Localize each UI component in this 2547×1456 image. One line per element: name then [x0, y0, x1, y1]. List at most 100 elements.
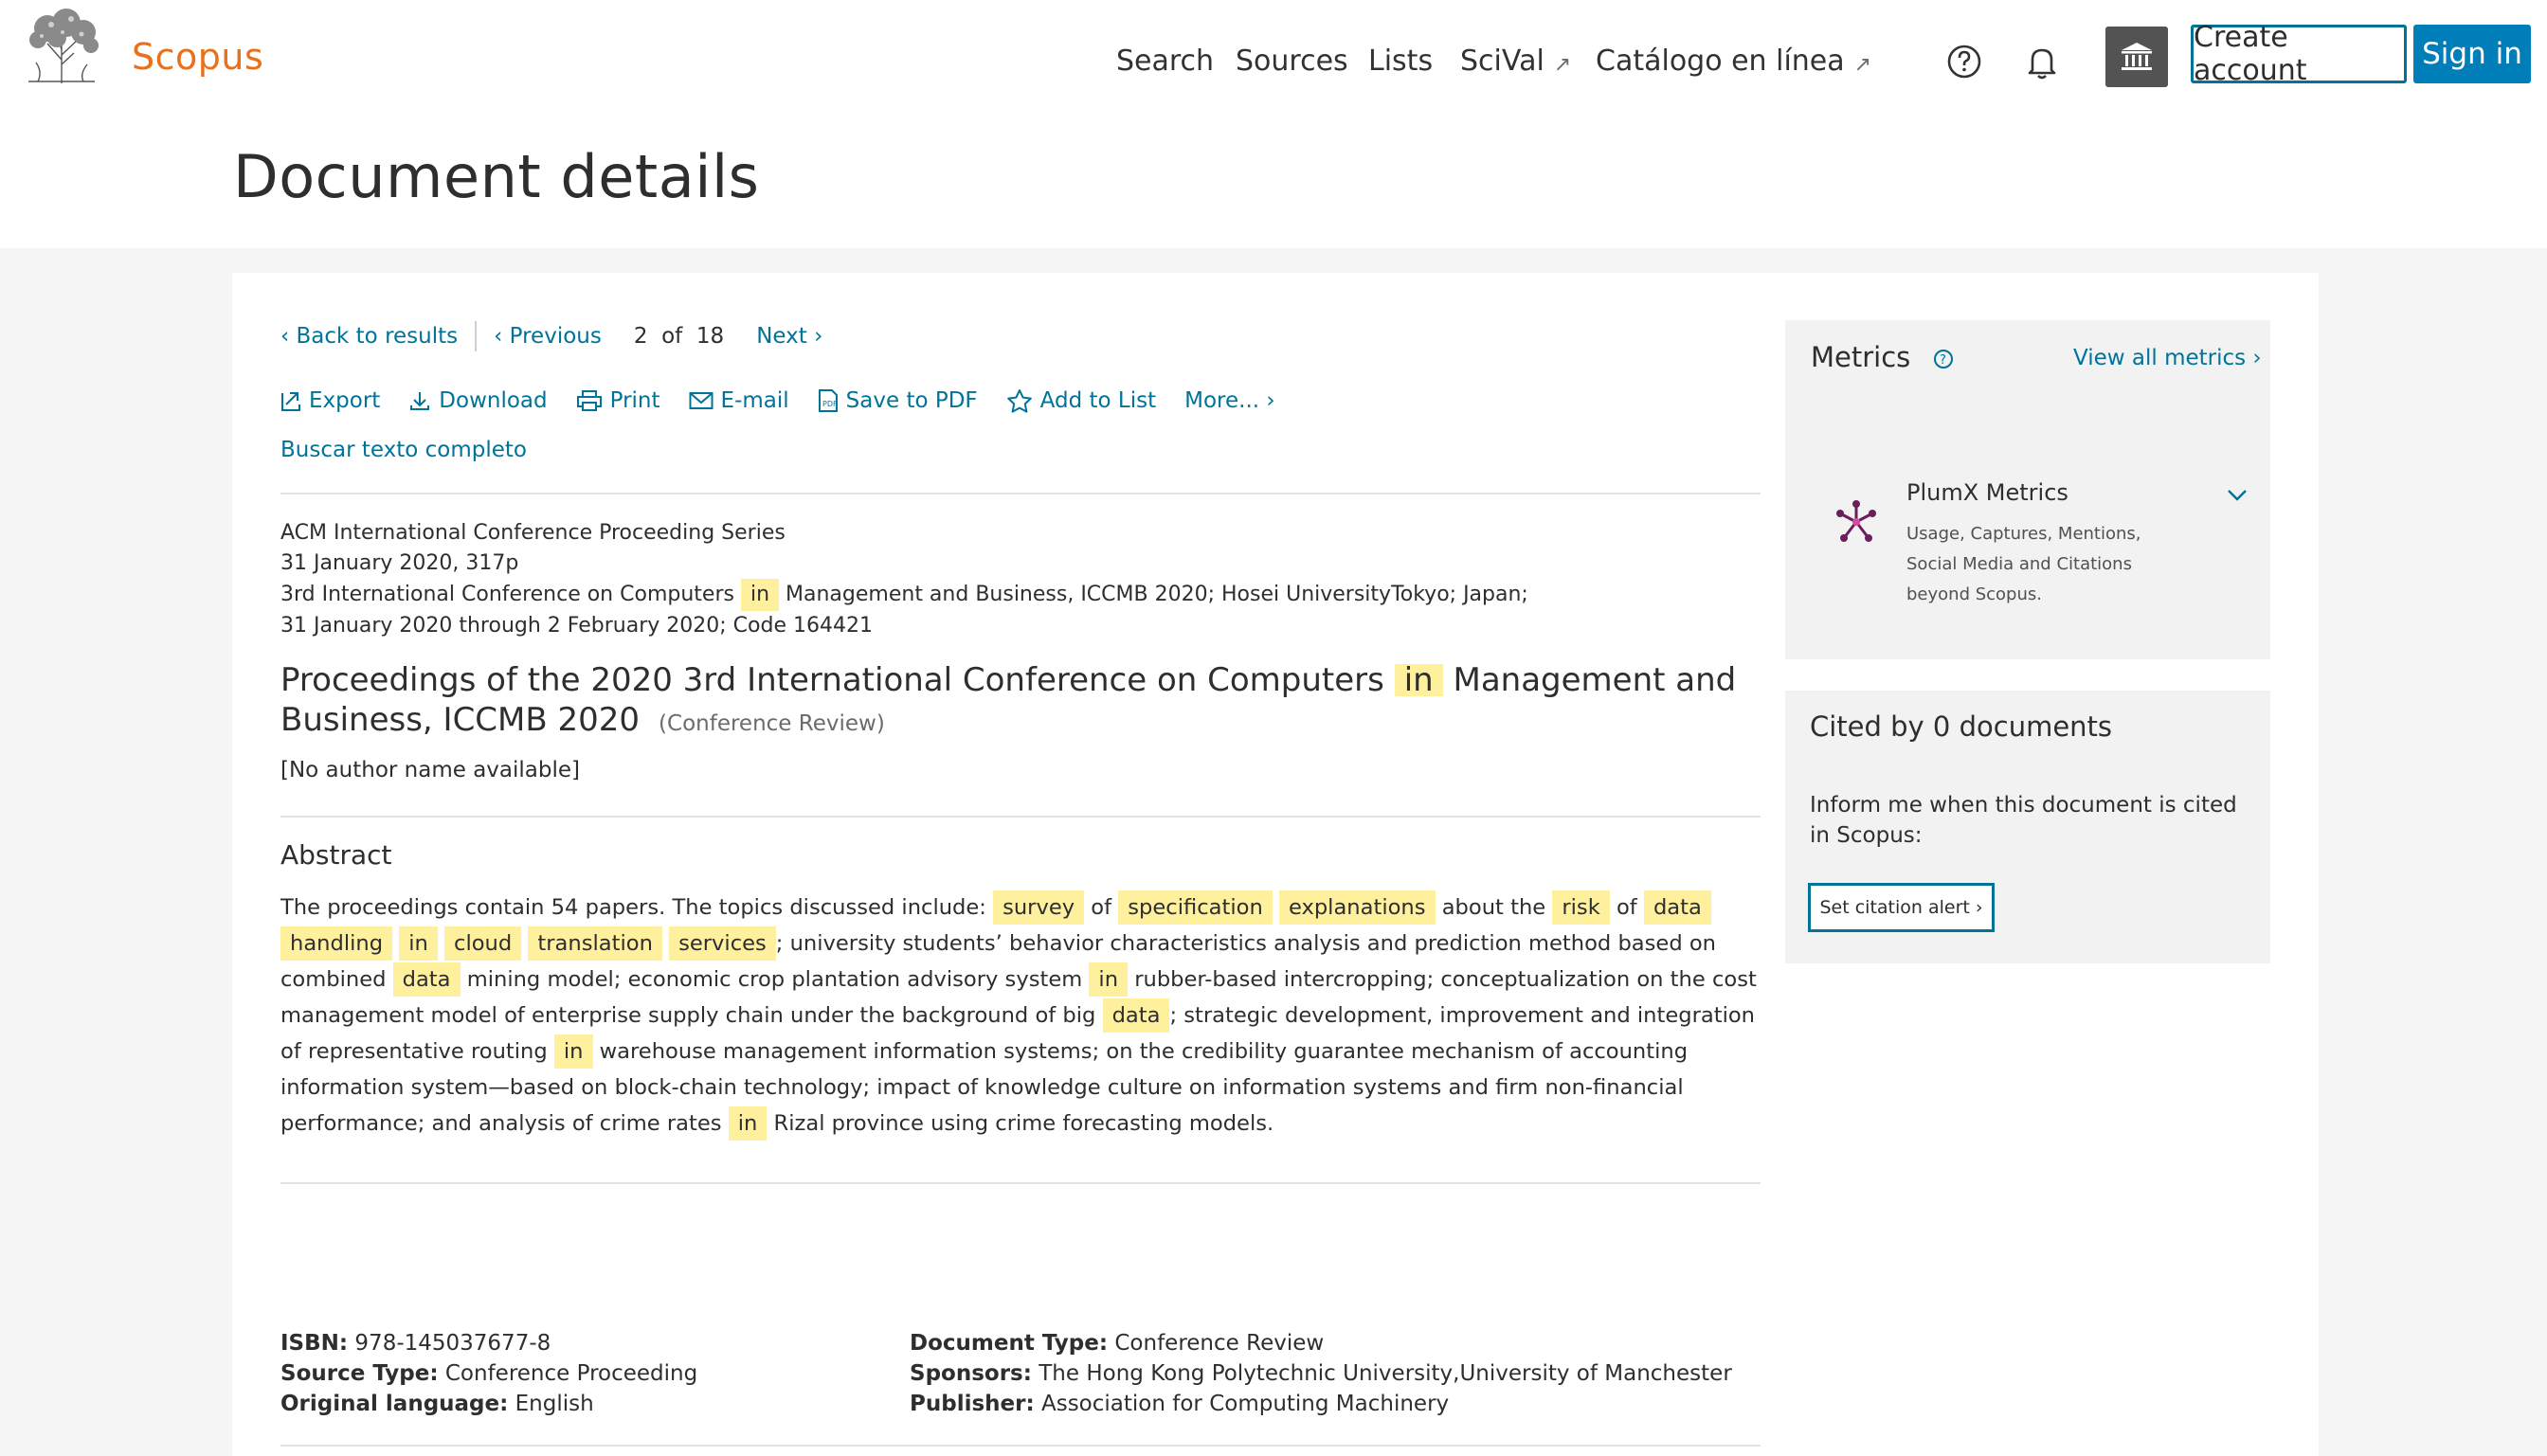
- email-icon: [689, 392, 714, 409]
- top-bar: Scopus Search Sources Lists SciVal ↗ Catá…: [0, 0, 2547, 248]
- search-highlight: in: [1394, 664, 1443, 696]
- language-row: Original language: English: [280, 1392, 594, 1416]
- plumx-description: Usage, Captures, Mentions, Social Media …: [1906, 524, 2141, 604]
- conference-name: 3rd International Conference on Computer…: [280, 579, 1528, 611]
- help-icon: [1947, 45, 1981, 79]
- search-highlight: services: [669, 926, 776, 961]
- chevron-down-icon[interactable]: [2227, 489, 2248, 502]
- institution-icon: [2122, 43, 2152, 70]
- star-icon: [1006, 389, 1032, 413]
- authors: [No author name available]: [280, 758, 580, 782]
- sponsors-row: Sponsors: The Hong Kong Polytechnic Univ…: [910, 1361, 1732, 1386]
- chevron-right-icon: ›: [1969, 897, 1983, 918]
- next-link[interactable]: Next ›: [756, 324, 822, 349]
- svg-text:PDF: PDF: [822, 400, 838, 408]
- email-button[interactable]: E-mail: [689, 388, 789, 413]
- page-title: Document details: [233, 142, 760, 211]
- nav-sources[interactable]: Sources: [1236, 40, 1348, 81]
- abstract-text: The proceedings contain 54 papers. The t…: [280, 890, 1761, 1141]
- nav-search[interactable]: Search: [1116, 40, 1214, 81]
- abstract-segment: [521, 931, 528, 956]
- result-counter: 2 of 18: [633, 324, 725, 349]
- abstract-segment: Rizal province using crime forecasting m…: [767, 1111, 1274, 1136]
- search-highlight: explanations: [1278, 890, 1436, 925]
- metrics-heading: Metrics ?: [1811, 341, 1954, 373]
- scopus-logo-text[interactable]: Scopus: [132, 36, 263, 78]
- document-title: Proceedings of the 2020 3rd Internationa…: [280, 661, 1737, 739]
- abstract-segment: The proceedings contain 54 papers. The t…: [280, 895, 994, 920]
- search-highlight: data: [1643, 890, 1711, 925]
- plumx-icon: [1836, 500, 1876, 542]
- cited-by-heading: Cited by 0 documents: [1810, 710, 2113, 743]
- source-info: ACM International Conference Proceeding …: [280, 518, 1528, 641]
- export-button[interactable]: Export: [280, 388, 380, 413]
- divider: [280, 1182, 1761, 1184]
- chevron-right-icon: ›: [2246, 346, 2262, 370]
- chevron-left-icon: ‹: [280, 324, 297, 349]
- search-highlight: specification: [1118, 890, 1273, 925]
- create-account-button[interactable]: Create account: [2191, 21, 2407, 87]
- print-button[interactable]: Print: [576, 388, 660, 413]
- search-highlight: data: [1102, 998, 1170, 1033]
- institution-button[interactable]: [2105, 27, 2168, 87]
- set-citation-alert-button[interactable]: Set citation alert ›: [1808, 883, 1995, 932]
- abstract-segment: [438, 931, 444, 956]
- nav-lists[interactable]: Lists: [1368, 40, 1433, 81]
- abstract-heading: Abstract: [280, 839, 392, 871]
- search-highlight: in: [553, 1034, 593, 1069]
- abstract-segment: [392, 931, 399, 956]
- divider: [280, 816, 1761, 818]
- search-highlight: handling: [280, 926, 393, 961]
- source-series[interactable]: ACM International Conference Proceeding …: [280, 518, 1528, 548]
- search-highlight: translation: [528, 926, 662, 961]
- citation-alert-text: Inform me when this document is cited in…: [1810, 793, 2237, 848]
- chevron-left-icon: ‹: [494, 324, 510, 349]
- external-link-icon: ↗: [1553, 52, 1572, 77]
- source-date-pages: 31 January 2020, 317p: [280, 551, 519, 575]
- doc-type-row: Document Type: Conference Review: [910, 1331, 1325, 1356]
- info-icon[interactable]: ?: [1933, 349, 1954, 369]
- abstract-segment: [662, 931, 669, 956]
- search-highlight: cloud: [444, 926, 522, 961]
- divider: [280, 1445, 1761, 1447]
- plumx-title[interactable]: PlumX Metrics: [1906, 479, 2068, 506]
- search-highlight: in: [1089, 962, 1129, 997]
- previous-link[interactable]: ‹ Previous: [494, 324, 602, 349]
- search-highlight: risk: [1552, 890, 1610, 925]
- add-to-list-button[interactable]: Add to List: [1006, 388, 1156, 413]
- download-icon: [410, 392, 430, 410]
- search-highlight: in: [740, 579, 780, 611]
- nav-catalogo[interactable]: Catálogo en línea ↗: [1596, 40, 1871, 81]
- result-navigation: ‹ Back to results ‹ Previous 2 of 18 Nex…: [280, 319, 822, 353]
- abstract-segment: of: [1609, 895, 1644, 920]
- elsevier-logo-icon[interactable]: [19, 8, 104, 85]
- view-all-metrics-link[interactable]: View all metrics ›: [2073, 346, 2262, 370]
- isbn-row: ISBN: 978-145037677-8: [280, 1331, 551, 1356]
- chevron-right-icon: ›: [1259, 388, 1275, 413]
- back-to-results-link[interactable]: ‹ Back to results: [280, 324, 458, 349]
- nav-scival[interactable]: SciVal ↗: [1460, 40, 1571, 81]
- full-text-link[interactable]: Buscar texto completo: [280, 438, 527, 462]
- search-highlight: in: [728, 1106, 768, 1141]
- search-highlight: data: [392, 962, 461, 997]
- sign-in-button[interactable]: Sign in: [2413, 25, 2531, 83]
- conference-dates: 31 January 2020 through 2 February 2020;…: [280, 614, 873, 638]
- document-type-badge: (Conference Review): [659, 711, 885, 736]
- abstract-segment: about the: [1435, 895, 1553, 920]
- document-actions: Export Download Print E-mail PDF Save to…: [280, 384, 1304, 418]
- more-button[interactable]: More... ›: [1184, 388, 1274, 413]
- details-left: ISBN: 978-145037677-8 Source Type: Confe…: [280, 1328, 697, 1419]
- download-button[interactable]: Download: [408, 388, 548, 413]
- abstract-segment: of: [1084, 895, 1119, 920]
- search-highlight: in: [399, 926, 438, 961]
- search-highlight: survey: [993, 890, 1085, 925]
- save-to-pdf-button[interactable]: PDF Save to PDF: [818, 388, 978, 413]
- abstract-segment: [1273, 895, 1279, 920]
- external-link-icon: ↗: [1853, 52, 1872, 77]
- details-right: Document Type: Conference Review Sponsor…: [910, 1328, 1732, 1419]
- notifications-button[interactable]: [2013, 32, 2071, 91]
- publisher-row: Publisher: Association for Computing Mac…: [910, 1392, 1450, 1416]
- svg-text:?: ?: [1940, 353, 1946, 368]
- abstract-segment: mining model; economic crop plantation a…: [460, 967, 1090, 992]
- help-button[interactable]: [1935, 32, 1994, 91]
